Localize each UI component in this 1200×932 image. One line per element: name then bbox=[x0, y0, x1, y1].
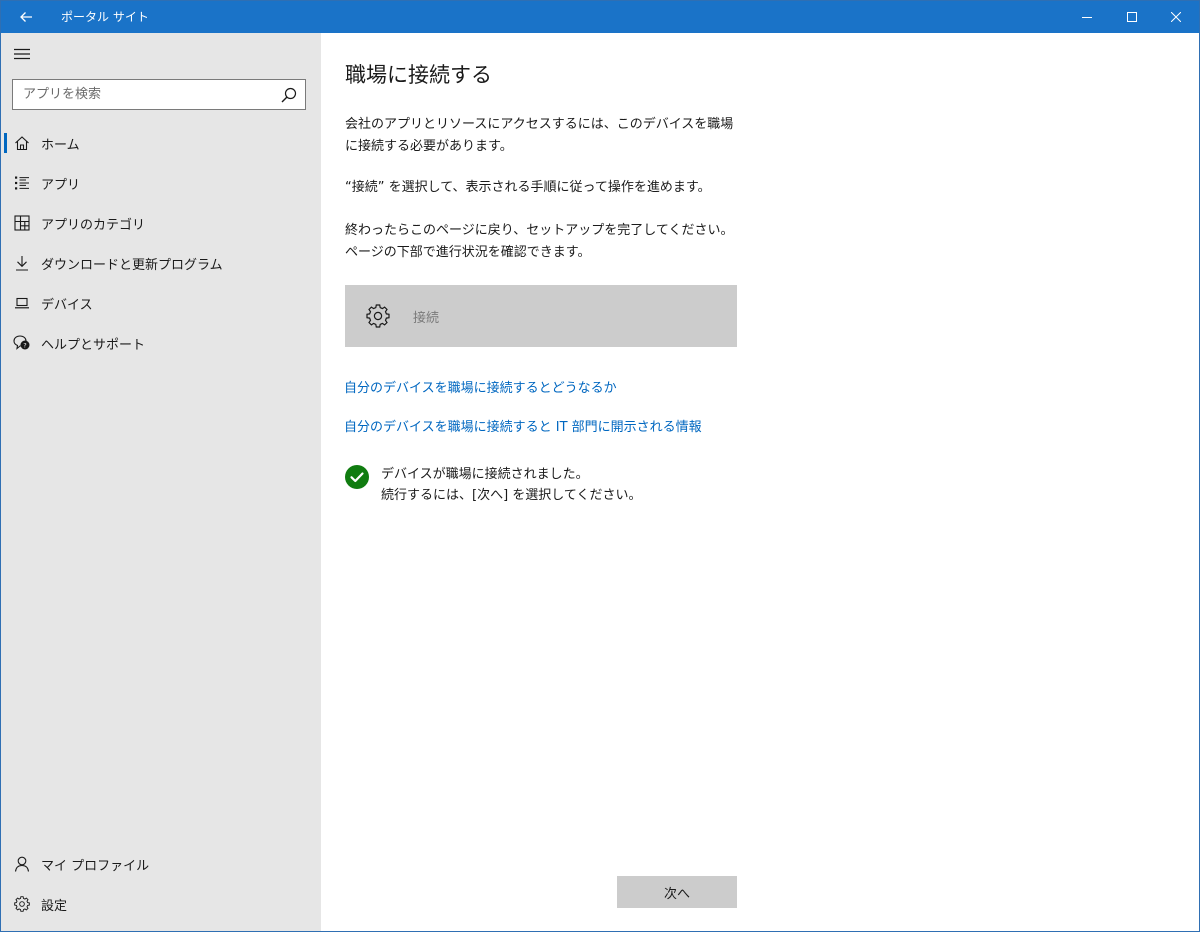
window-title: ポータル サイト bbox=[61, 10, 149, 24]
back-arrow-icon bbox=[20, 12, 32, 22]
connect-button-label: 接続 bbox=[413, 310, 440, 326]
portal-window: ポータル サイト アプリを検索 ホーム アプリ アプリのカテゴリ ダウンロードと… bbox=[0, 0, 1200, 932]
minimize-icon bbox=[1082, 17, 1092, 18]
categories-icon bbox=[12, 213, 32, 233]
sidebar-item-label: デバイス bbox=[41, 297, 93, 313]
sidebar-item-apps[interactable]: アプリ bbox=[1, 163, 321, 203]
gear-icon bbox=[365, 303, 391, 329]
instruction-paragraph: “接続” を選択して、表示される手順に従って操作を進めます。 bbox=[345, 180, 711, 195]
laptop-icon bbox=[12, 293, 32, 313]
sidebar-item-label: ホーム bbox=[41, 137, 80, 153]
status-line-2: 続行するには、[次へ] を選択してください。 bbox=[381, 488, 642, 503]
main-content: 職場に接続する 会社のアプリとリソースにアクセスするには、このデバイスを職場に接… bbox=[321, 33, 1199, 931]
gear-icon bbox=[12, 894, 32, 914]
success-check-icon bbox=[345, 465, 369, 489]
sidebar-item-label: ダウンロードと更新プログラム bbox=[41, 257, 223, 273]
person-icon bbox=[12, 854, 32, 874]
search-input[interactable] bbox=[13, 80, 273, 109]
close-icon bbox=[1171, 12, 1181, 22]
sidebar-item-devices[interactable]: デバイス bbox=[1, 283, 321, 323]
maximize-icon bbox=[1127, 12, 1137, 22]
close-button[interactable] bbox=[1153, 1, 1199, 33]
home-icon bbox=[12, 133, 32, 153]
connection-status: デバイスが職場に接続されました。 続行するには、[次へ] を選択してください。 bbox=[345, 464, 642, 506]
return-paragraph: 終わったらこのページに戻り、セットアップを完了してください。ページの下部で進行状… bbox=[345, 223, 734, 260]
apps-list-icon bbox=[12, 173, 32, 193]
sidebar-item-settings[interactable]: 設定 bbox=[1, 884, 321, 924]
sidebar-item-label: 設定 bbox=[41, 898, 68, 914]
sidebar-item-label: アプリ bbox=[41, 177, 81, 193]
link-what-happens[interactable]: 自分のデバイスを職場に接続するとどうなるか bbox=[344, 377, 617, 396]
sidebar: ホーム アプリ アプリのカテゴリ bbox=[1, 33, 321, 931]
minimize-button[interactable] bbox=[1064, 1, 1110, 33]
back-button[interactable] bbox=[9, 1, 43, 33]
page-title: 職場に接続する bbox=[345, 63, 492, 87]
svg-text:?: ? bbox=[23, 341, 26, 349]
sidebar-item-label: アプリのカテゴリ bbox=[41, 217, 146, 233]
sidebar-item-label: ヘルプとサポート bbox=[41, 337, 146, 353]
sidebar-item-help-support[interactable]: ? ヘルプとサポート bbox=[1, 323, 321, 363]
help-chat-icon: ? bbox=[12, 333, 32, 353]
next-button[interactable]: 次へ bbox=[617, 876, 737, 908]
search-box bbox=[12, 79, 306, 110]
sidebar-item-downloads[interactable]: ダウンロードと更新プログラム bbox=[1, 243, 321, 283]
maximize-button[interactable] bbox=[1109, 1, 1155, 33]
link-info-disclosed[interactable]: 自分のデバイスを職場に接続すると IT 部門に開示される情報 bbox=[344, 416, 702, 435]
sidebar-item-home[interactable]: ホーム bbox=[1, 123, 321, 163]
hamburger-icon bbox=[14, 48, 30, 60]
menu-button[interactable] bbox=[9, 41, 35, 67]
status-message: デバイスが職場に接続されました。 続行するには、[次へ] を選択してください。 bbox=[381, 464, 642, 506]
sidebar-item-label: マイ プロファイル bbox=[41, 858, 150, 874]
status-line-1: デバイスが職場に接続されました。 bbox=[381, 467, 589, 482]
connect-button[interactable]: 接続 bbox=[345, 285, 737, 347]
intro-paragraph: 会社のアプリとリソースにアクセスするには、このデバイスを職場に接続する必要があり… bbox=[345, 117, 734, 154]
title-bar: ポータル サイト bbox=[1, 1, 1199, 33]
sidebar-item-my-profile[interactable]: マイ プロファイル bbox=[1, 844, 321, 884]
search-icon[interactable] bbox=[279, 85, 299, 105]
download-icon bbox=[12, 253, 32, 273]
sidebar-item-app-categories[interactable]: アプリのカテゴリ bbox=[1, 203, 321, 243]
